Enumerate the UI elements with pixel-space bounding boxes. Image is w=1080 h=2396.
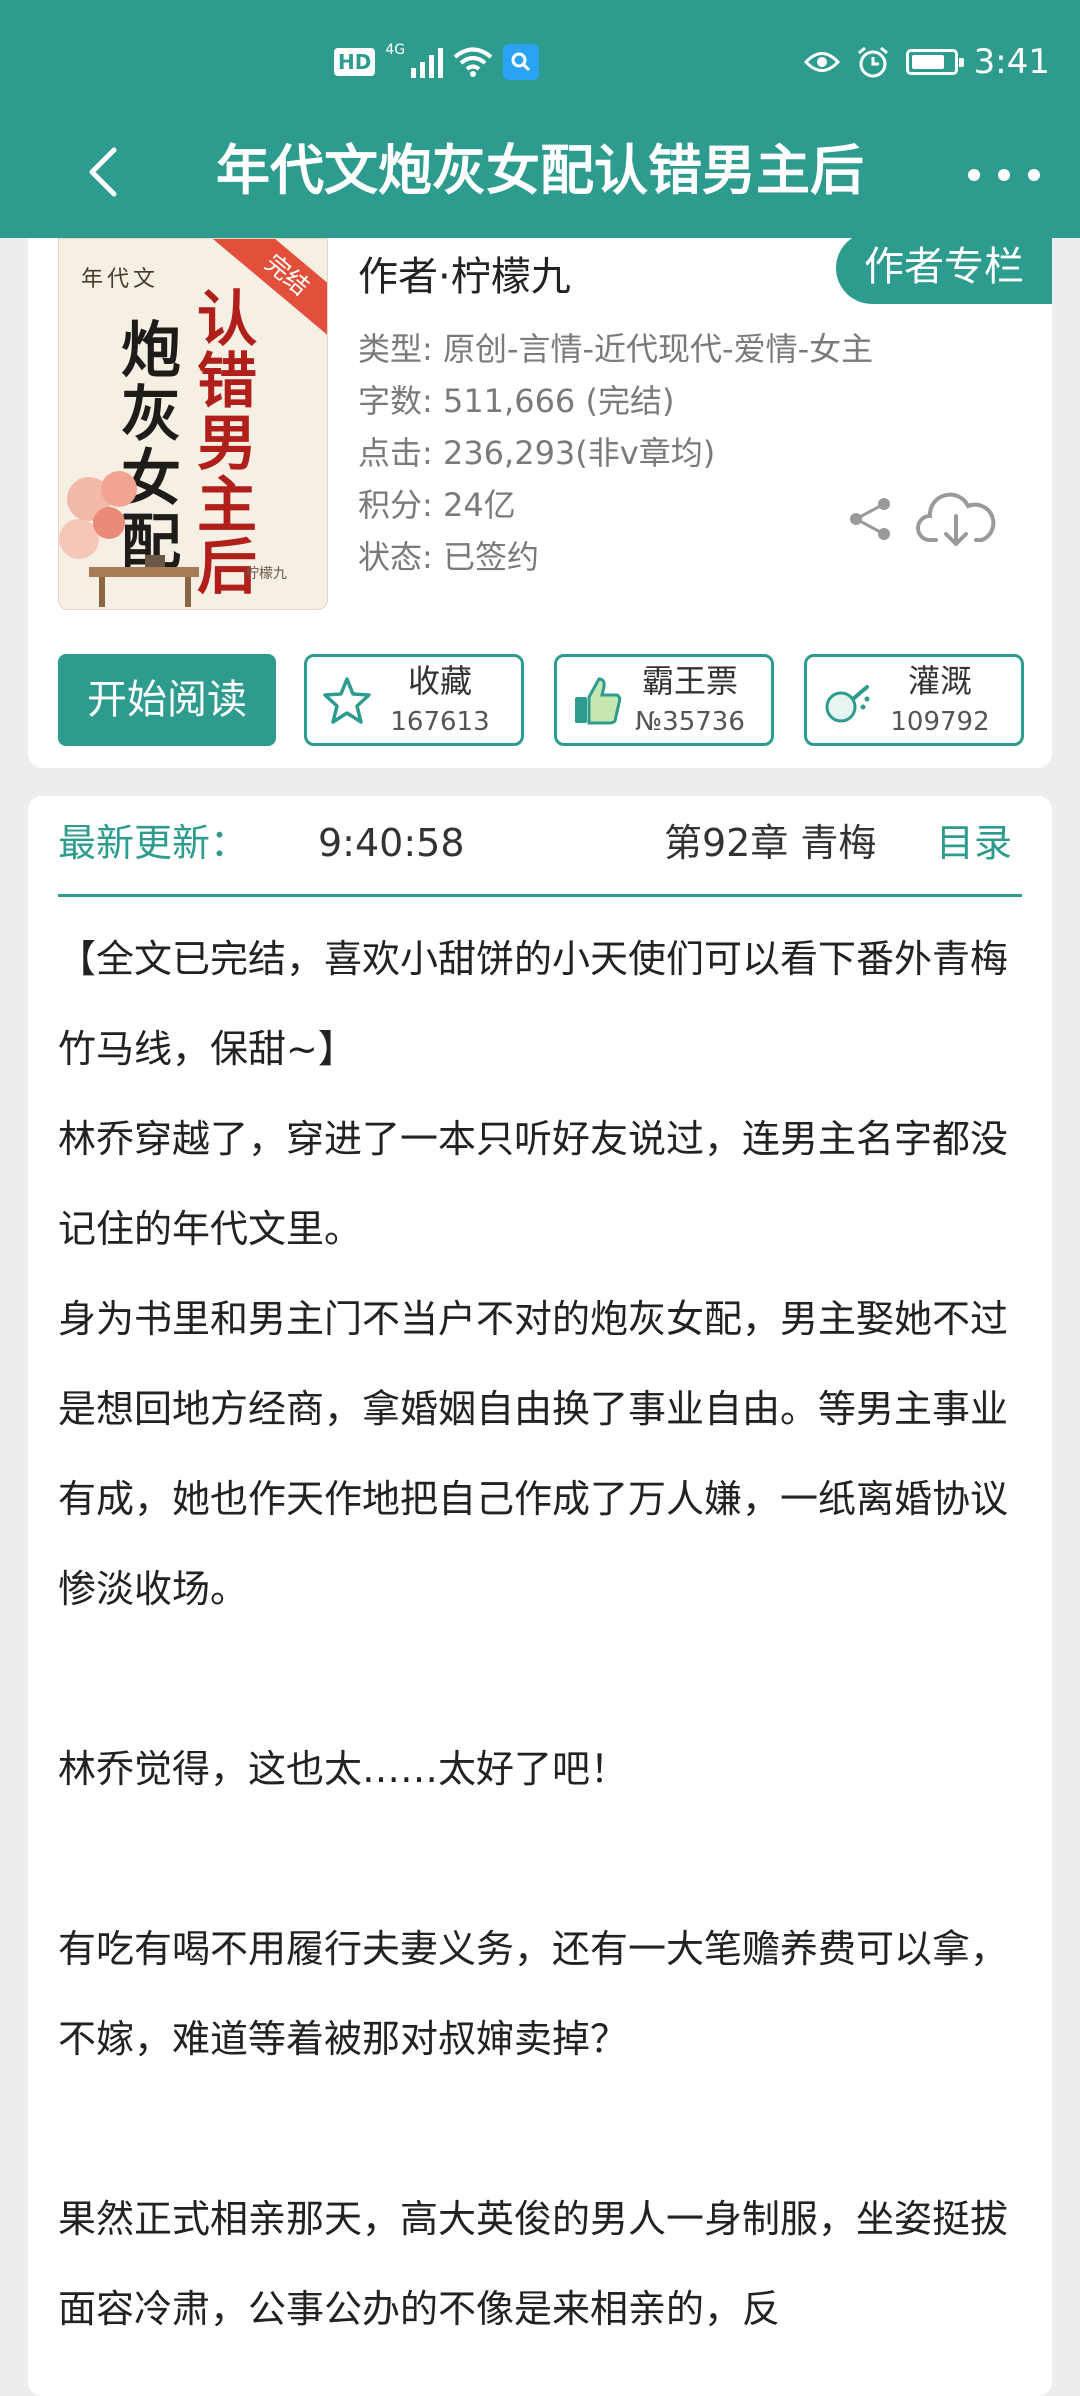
cover-author: 柠檬九	[245, 566, 287, 582]
network-type: 4G	[385, 42, 406, 58]
status-bar: HD 4G 3:41	[0, 0, 1080, 120]
water-count: 109792	[890, 707, 990, 737]
synopsis-paragraph	[58, 1634, 1022, 1724]
collect-count: 167613	[390, 707, 490, 737]
share-icon[interactable]	[848, 496, 894, 542]
latest-update-label: 最新更新：	[58, 821, 249, 865]
meta-word-count: 字数: 511,666 (完结)	[358, 382, 675, 420]
synopsis-paragraph: 【全文已完结，喜欢小甜饼的小天使们可以看下番外青梅竹马线，保甜~】	[58, 937, 1009, 1071]
cover-illustration	[59, 471, 199, 607]
author-name[interactable]: 作者·柠檬九	[358, 244, 571, 302]
ticket-button[interactable]: 霸王票 №35736	[554, 654, 774, 746]
app-header: HD 4G 3:41 年代文炮灰女配认错男主后	[0, 0, 1080, 238]
latest-chapter[interactable]: 第92章 青梅	[664, 818, 894, 868]
status-indicators: HD 4G	[334, 42, 540, 80]
synopsis-paragraph: 林乔觉得，这也太……太好了吧！	[58, 1747, 629, 1791]
cover-series: 年代文	[81, 267, 160, 292]
alarm-icon	[857, 46, 888, 78]
ticket-label: 霸王票	[641, 662, 738, 700]
meta-status: 状态: 已签约	[358, 538, 539, 576]
search-app-icon	[503, 44, 540, 80]
toc-link[interactable]: 目录	[936, 818, 1012, 868]
meta-score: 积分: 24亿	[358, 486, 516, 524]
collect-label: 收藏	[407, 662, 472, 700]
hd-icon: HD	[334, 48, 376, 76]
water-label: 灌溉	[907, 662, 972, 700]
status-right: 3:41	[803, 38, 1050, 86]
synopsis-paragraph	[58, 1814, 1022, 1904]
start-reading-button[interactable]: 开始阅读	[58, 654, 276, 746]
meta-clicks: 点击: 236,293(非v章均)	[358, 434, 716, 472]
synopsis-paragraph: 身为书里和男主门不当户不对的炮灰女配，男主娶她不过是想回地方经商，拿婚姻自由换了…	[58, 1297, 1009, 1611]
signal-icon: 4G	[385, 42, 444, 78]
water-button[interactable]: 灌溉 109792	[804, 654, 1024, 746]
synopsis-card: 最新更新： 9:40:58 第92章 青梅 目录 【全文已完结，喜欢小甜饼的小天…	[28, 796, 1052, 2396]
synopsis-paragraph: 有吃有喝不用履行夫妻义务，还有一大笔赡养费可以拿，不嫁，难道等着被那对叔婶卖掉？	[58, 1927, 1009, 2061]
collect-button[interactable]: 收藏 167613	[304, 654, 524, 746]
more-menu-button[interactable]	[968, 160, 1040, 190]
back-button[interactable]	[76, 142, 136, 202]
synopsis-paragraph	[58, 2084, 1022, 2174]
clock: 3:41	[973, 42, 1050, 82]
eye-icon	[803, 52, 840, 72]
wifi-icon	[454, 47, 493, 77]
page-title: 年代文炮灰女配认错男主后	[216, 139, 864, 202]
latest-update-time: 9:40:58	[318, 821, 465, 865]
meta-type: 类型: 原创-言情-近代现代-爱情-女主	[358, 330, 874, 368]
synopsis-paragraph: 林乔穿越了，穿进了一本只听好友说过，连男主名字都没记住的年代文里。	[58, 1117, 1009, 1251]
book-cover[interactable]: 完结 年代文 认错男主后 炮灰女配 柠檬九	[58, 238, 328, 610]
ticket-count: №35736	[635, 707, 745, 737]
latest-update-row[interactable]: 最新更新： 9:40:58 第92章 青梅 目录	[58, 796, 1022, 897]
battery-icon	[905, 49, 964, 75]
synopsis-text: 【全文已完结，喜欢小甜饼的小天使们可以看下番外青梅竹马线，保甜~】 林乔穿越了，…	[58, 914, 1022, 2354]
author-column-button[interactable]: 作者专栏	[836, 232, 1052, 304]
synopsis-paragraph: 果然正式相亲那天，高大英俊的男人一身制服，坐姿挺拔面容冷肃，公事公办的不像是来相…	[58, 2197, 1009, 2331]
download-icon[interactable]	[916, 488, 996, 550]
book-info-card: 完结 年代文 认错男主后 炮灰女配 柠檬九 作者专栏 作者·柠檬九 类型: 原创…	[28, 232, 1052, 768]
nav-bar: 年代文炮灰女配认错男主后	[0, 120, 1080, 238]
